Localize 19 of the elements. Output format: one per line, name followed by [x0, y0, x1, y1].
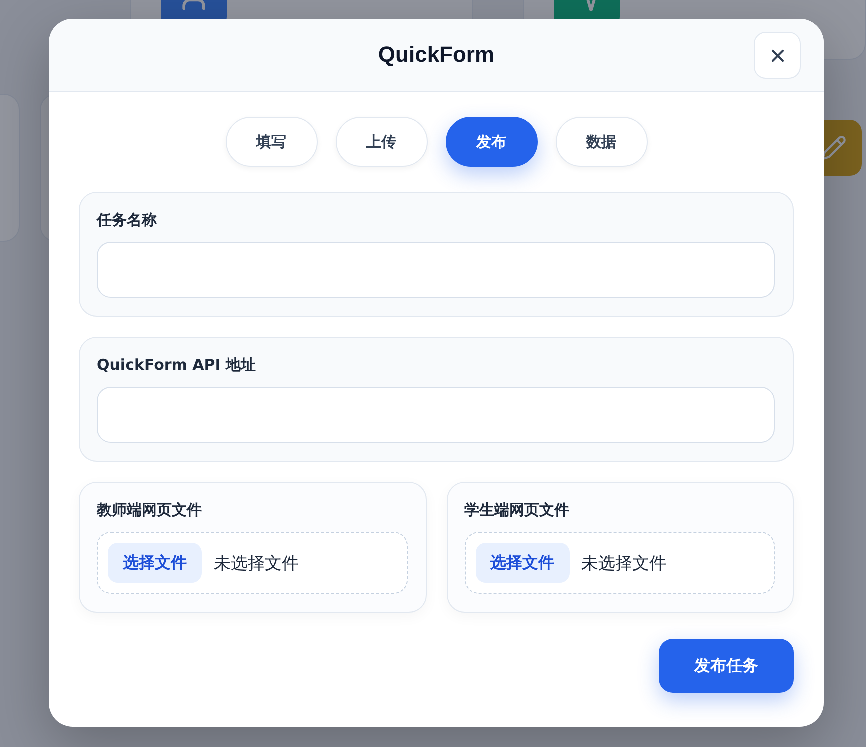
tab[interactable]: 发布 — [446, 117, 538, 167]
file-input[interactable]: 选择文件 未选择文件 — [464, 532, 775, 594]
input-field[interactable] — [97, 387, 775, 443]
close-button[interactable] — [754, 32, 801, 79]
field-label: QuickForm API 地址 — [97, 356, 258, 375]
file-input[interactable]: 选择文件 未选择文件 — [97, 532, 408, 594]
field-label: 任务名称 — [97, 211, 158, 230]
choose-file-button[interactable]: 选择文件 — [108, 543, 202, 583]
tab[interactable]: 填写 — [226, 117, 318, 167]
field-label: 教师端网页文件 — [97, 501, 203, 520]
input-field[interactable] — [97, 242, 775, 298]
file-status: 未选择文件 — [214, 552, 299, 574]
tab[interactable]: 数据 — [556, 117, 648, 167]
field-label: 学生端网页文件 — [464, 501, 570, 520]
file-status: 未选择文件 — [582, 552, 666, 574]
tab[interactable]: 上传 — [336, 117, 428, 167]
dialog-title: QuickForm — [378, 42, 495, 68]
publish-button[interactable]: 发布任务 — [659, 639, 794, 693]
choose-file-button[interactable]: 选择文件 — [476, 543, 570, 583]
